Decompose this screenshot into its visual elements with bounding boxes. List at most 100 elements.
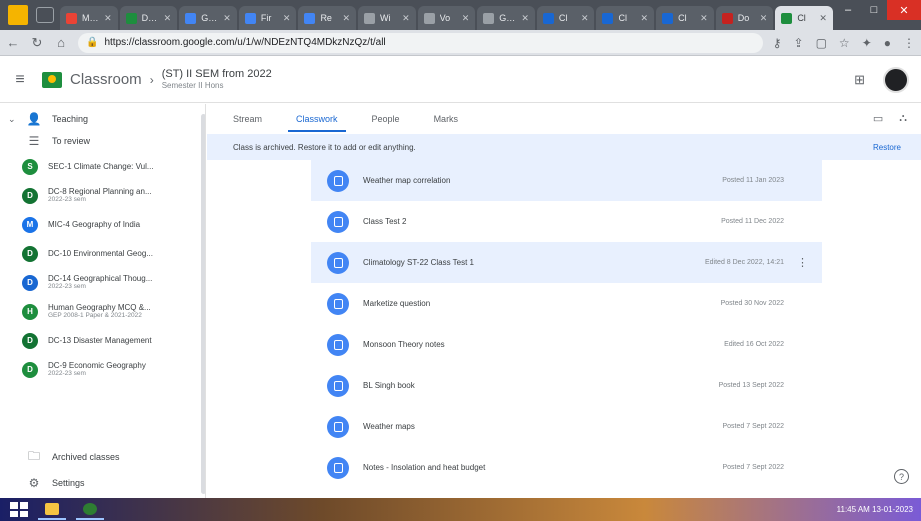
classroom-brand[interactable]: Classroom <box>70 71 142 88</box>
tab-title: Cl <box>678 13 687 23</box>
list-item[interactable]: Weather map correlation Posted 11 Jan 202… <box>311 160 822 201</box>
item-title: Weather maps <box>363 422 415 431</box>
breadcrumb-class[interactable]: (ST) II SEM from 2022 Semester II Hons <box>162 68 272 91</box>
tab-favicon-icon <box>721 12 733 24</box>
tab-actions-icon[interactable] <box>36 7 54 23</box>
maximize-button[interactable]: □ <box>861 0 887 20</box>
sidebar-item-to-review[interactable]: ☰ To review <box>0 130 205 152</box>
list-item[interactable]: Climatology ST-22 Class Test 1 Edited 8 D… <box>311 242 822 283</box>
sidebar-course[interactable]: M MIC-4 Geography of India <box>0 210 205 239</box>
extensions-icon[interactable]: ✦ <box>862 36 872 50</box>
tab-stream[interactable]: Stream <box>233 104 262 134</box>
main-menu-icon[interactable]: ≡ <box>0 71 40 89</box>
taskbar-file-explorer[interactable] <box>38 500 66 520</box>
class-tabs: Stream Classwork People Marks ▭ ⛬ <box>207 104 921 134</box>
taskbar-chrome[interactable] <box>76 500 104 520</box>
tab-search-icon[interactable]: ▢ <box>816 36 827 50</box>
reload-icon[interactable]: ↻ <box>30 35 44 51</box>
tab-close-icon[interactable]: ✕ <box>402 13 410 24</box>
tab-close-icon[interactable]: ✕ <box>641 13 649 24</box>
tab-close-icon[interactable]: ✕ <box>462 13 470 24</box>
browser-tab[interactable]: Cl ✕ <box>656 6 714 30</box>
sidebar-course[interactable]: D DC-10 Environmental Geog... <box>0 239 205 268</box>
home-icon[interactable]: ⌂ <box>54 35 68 50</box>
browser-tab[interactable]: G. In ✕ <box>477 6 535 30</box>
start-button[interactable] <box>10 502 28 517</box>
close-window-button[interactable]: ✕ <box>887 0 921 20</box>
tab-people[interactable]: People <box>372 104 400 134</box>
item-title: Monsoon Theory notes <box>363 340 445 349</box>
help-icon[interactable]: ? <box>894 469 909 484</box>
browser-tab[interactable]: G Hu ✕ <box>179 6 237 30</box>
tab-marks[interactable]: Marks <box>434 104 459 134</box>
url-input[interactable]: 🔒 https://classroom.google.com/u/1/w/NDE… <box>78 32 763 53</box>
bookmark-star-icon[interactable]: ☆ <box>839 36 850 50</box>
minimize-button[interactable]: – <box>835 0 861 20</box>
tab-favicon-icon <box>423 12 435 24</box>
assignment-icon <box>327 415 349 438</box>
sidebar-scrollbar[interactable] <box>201 114 205 494</box>
share-icon[interactable]: ⇪ <box>794 36 804 50</box>
key-icon[interactable]: ⚷ <box>773 36 782 50</box>
browser-tab[interactable]: Do ✕ <box>715 6 774 30</box>
tab-close-icon[interactable]: ✕ <box>700 13 708 24</box>
tab-classwork[interactable]: Classwork <box>288 104 345 134</box>
sidebar-item-settings[interactable]: ⚙ Settings <box>0 470 205 496</box>
tab-close-icon[interactable]: ✕ <box>283 13 291 24</box>
more-options-icon[interactable]: ⋮ <box>797 256 808 269</box>
browser-tab[interactable]: Cl ✕ <box>596 6 655 30</box>
classroom-logo-icon[interactable] <box>42 71 62 88</box>
sidebar-item-teaching[interactable]: ⌄ 👤 Teaching <box>0 108 205 130</box>
back-icon[interactable]: ← <box>6 35 20 50</box>
list-item[interactable]: Marketize question Posted 30 Nov 2022 <box>311 283 822 324</box>
browser-tab[interactable]: DEC 3 ✕ <box>119 6 178 30</box>
list-item[interactable]: Weather maps Posted 7 Sept 2022 <box>311 406 822 447</box>
app-logo-icon[interactable] <box>8 5 28 25</box>
sidebar-course[interactable]: S SEC-1 Climate Change: Vul... <box>0 152 205 181</box>
restore-button[interactable]: Restore <box>873 143 901 152</box>
tab-close-icon[interactable]: ✕ <box>819 13 827 24</box>
tab-close-icon[interactable]: ✕ <box>581 13 589 24</box>
profile-icon[interactable]: ● <box>884 36 891 50</box>
browser-tab[interactable]: Fir ✕ <box>238 6 297 30</box>
list-item[interactable]: Class Test 2 Posted 11 Dec 2022 <box>311 201 822 242</box>
list-item[interactable]: Monsoon Theory notes Edited 16 Oct 2022 <box>311 324 822 365</box>
sidebar-course[interactable]: D DC-14 Geographical Thoug... 2022-23 sem <box>0 268 205 297</box>
item-title: Notes - Insolation and heat budget <box>363 463 486 472</box>
tab-title: DEC 3 <box>141 13 159 23</box>
tab-close-icon[interactable]: ✕ <box>521 13 529 24</box>
course-name: DC-8 Regional Planning an... <box>48 187 152 197</box>
list-item[interactable] <box>311 488 822 498</box>
tab-close-icon[interactable]: ✕ <box>760 13 768 24</box>
tab-title: Wi <box>380 13 391 23</box>
list-item[interactable]: BL Singh book Posted 13 Sept 2022 <box>311 365 822 406</box>
browser-tab[interactable]: Vo ✕ <box>417 6 476 30</box>
browser-tab[interactable]: Cl ✕ <box>536 6 595 30</box>
sidebar-course[interactable]: D DC-13 Disaster Management <box>0 326 205 355</box>
browser-tab[interactable]: Wi ✕ <box>358 6 416 30</box>
item-title: Class Test 2 <box>363 217 407 226</box>
browser-tab[interactable]: Cl ✕ <box>775 6 833 30</box>
browser-menu-icon[interactable]: ⋮ <box>903 36 915 50</box>
avatar[interactable] <box>883 66 909 93</box>
course-avatar: D <box>22 332 38 349</box>
drive-folder-icon[interactable]: ⛬ <box>899 112 907 125</box>
tab-close-icon[interactable]: ✕ <box>223 13 231 24</box>
item-date: Posted 7 Sept 2022 <box>722 423 785 430</box>
tab-close-icon[interactable]: ✕ <box>104 13 112 24</box>
google-apps-icon[interactable]: ⊞ <box>854 72 865 88</box>
tab-favicon-icon <box>185 12 197 24</box>
sidebar-item-archived-classes[interactable]: 🗀 Archived classes <box>0 444 205 470</box>
tab-close-icon[interactable]: ✕ <box>343 13 351 24</box>
course-avatar: M <box>22 216 38 233</box>
list-item[interactable]: Notes - Insolation and heat budget Posted… <box>311 447 822 488</box>
browser-tab[interactable]: M Gm ✕ <box>60 6 118 30</box>
calendar-icon[interactable]: ▭ <box>873 112 883 125</box>
course-avatar: S <box>22 158 38 175</box>
sidebar-course[interactable]: H Human Geography MCQ &... GEP 2008-1 Pape… <box>0 297 205 326</box>
item-date: Posted 13 Sept 2022 <box>718 382 784 389</box>
sidebar-course[interactable]: D DC-8 Regional Planning an... 2022-23 sem <box>0 181 205 210</box>
tab-close-icon[interactable]: ✕ <box>164 13 172 24</box>
browser-tab[interactable]: Re ✕ <box>298 6 357 30</box>
sidebar-course[interactable]: D DC-9 Economic Geography 2022-23 sem <box>0 355 205 384</box>
